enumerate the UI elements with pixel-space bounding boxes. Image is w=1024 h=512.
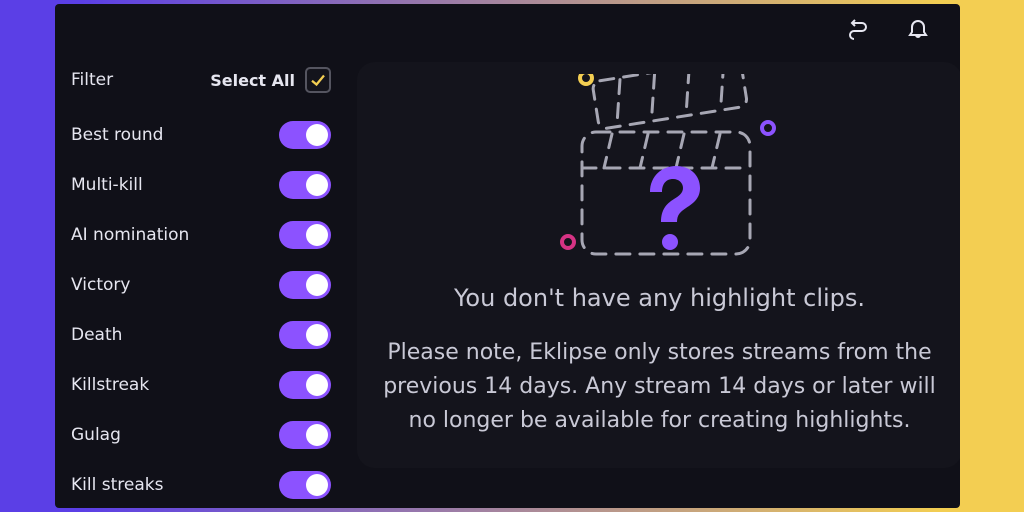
main-area: You don't have any highlight clips. Plea… — [347, 52, 960, 508]
top-bar — [55, 4, 960, 52]
toggle-knob — [306, 174, 328, 196]
filter-row: Multi-kill — [71, 171, 331, 199]
filter-toggle[interactable] — [279, 171, 331, 199]
filter-row: Gulag — [71, 421, 331, 449]
filter-label: Gulag — [71, 425, 121, 445]
filter-row: Victory — [71, 271, 331, 299]
filter-label: Death — [71, 325, 122, 345]
app-body: Filter Select All Best round Multi-kill AI… — [55, 52, 960, 508]
filter-label: Best round — [71, 125, 163, 145]
empty-state-body: Please note, Eklipse only stores streams… — [377, 336, 942, 438]
empty-state-panel: You don't have any highlight clips. Plea… — [357, 62, 960, 468]
filter-label: Victory — [71, 275, 130, 295]
filter-label: Kill streaks — [71, 475, 163, 495]
select-all-checkbox[interactable] — [305, 67, 331, 93]
filter-toggle[interactable] — [279, 121, 331, 149]
toggle-knob — [306, 274, 328, 296]
filter-row: Killstreak — [71, 371, 331, 399]
clapperboard-illustration — [530, 74, 790, 266]
filter-toggle[interactable] — [279, 371, 331, 399]
filter-header: Filter Select All — [71, 67, 331, 93]
filter-label: AI nomination — [71, 225, 189, 245]
filter-toggle[interactable] — [279, 321, 331, 349]
toggle-knob — [306, 374, 328, 396]
filter-list: Best round Multi-kill AI nomination Victory… — [71, 121, 331, 499]
select-all-label: Select All — [210, 71, 295, 90]
toggle-knob — [306, 424, 328, 446]
filter-label: Multi-kill — [71, 175, 143, 195]
filter-toggle[interactable] — [279, 221, 331, 249]
toggle-knob — [306, 224, 328, 246]
filter-toggle[interactable] — [279, 271, 331, 299]
select-all-group: Select All — [210, 67, 331, 93]
filter-title: Filter — [71, 70, 113, 90]
filter-row: Best round — [71, 121, 331, 149]
outer-frame: Filter Select All Best round Multi-kill AI… — [0, 0, 1024, 512]
filter-row: Kill streaks — [71, 471, 331, 499]
filter-row: Death — [71, 321, 331, 349]
filter-label: Killstreak — [71, 375, 149, 395]
filter-row: AI nomination — [71, 221, 331, 249]
toggle-knob — [306, 124, 328, 146]
filter-toggle[interactable] — [279, 471, 331, 499]
empty-state-title: You don't have any highlight clips. — [454, 284, 865, 312]
bell-icon[interactable] — [904, 14, 932, 42]
toggle-knob — [306, 474, 328, 496]
toggle-knob — [306, 324, 328, 346]
app-window: Filter Select All Best round Multi-kill AI… — [55, 4, 960, 508]
filter-toggle[interactable] — [279, 421, 331, 449]
filter-sidebar: Filter Select All Best round Multi-kill AI… — [55, 52, 347, 508]
routing-icon[interactable] — [846, 14, 874, 42]
